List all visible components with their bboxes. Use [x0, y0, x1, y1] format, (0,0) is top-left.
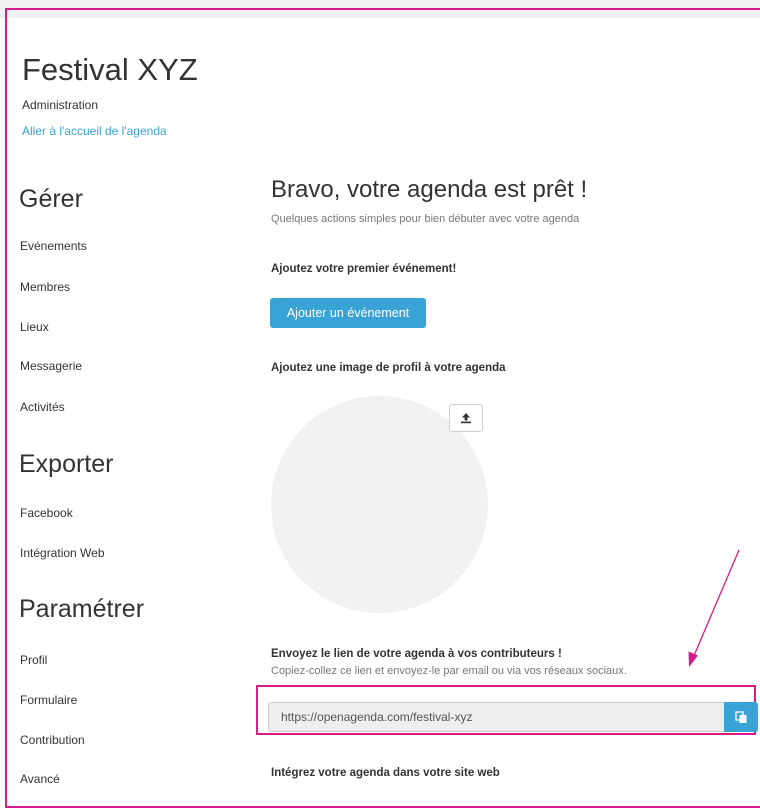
sidebar-item-membres[interactable]: Membres — [20, 280, 70, 294]
sidebar-item-evenements[interactable]: Evénements — [20, 239, 87, 253]
page-subtitle: Quelques actions simples pour bien début… — [271, 213, 580, 225]
add-event-button[interactable]: Ajouter un événement — [270, 298, 426, 328]
sidebar-heading-exporter: Exporter — [19, 450, 114, 478]
sidebar-item-integration-web[interactable]: Intégration Web — [20, 546, 105, 560]
copy-icon — [734, 710, 746, 723]
home-link[interactable]: Aller à l'accueil de l'agenda — [22, 124, 167, 138]
page-title: Bravo, votre agenda est prêt ! — [271, 176, 588, 203]
upload-icon — [461, 413, 471, 424]
sidebar-item-facebook[interactable]: Facebook — [20, 506, 73, 520]
upload-image-button[interactable] — [449, 404, 483, 432]
sidebar-item-profil[interactable]: Profil — [20, 653, 47, 667]
share-link-heading: Envoyez le lien de votre agenda à vos co… — [271, 648, 562, 660]
sidebar-item-messagerie[interactable]: Messagerie — [20, 359, 82, 373]
copy-link-button[interactable] — [724, 702, 758, 732]
profile-image-heading: Ajoutez une image de profil à votre agen… — [271, 362, 506, 374]
share-link-description: Copiez-collez ce lien et envoyez-le par … — [271, 665, 627, 677]
sidebar-heading-gerer: Gérer — [19, 185, 83, 213]
sidebar-item-avance[interactable]: Avancé — [20, 772, 60, 786]
first-event-heading: Ajoutez votre premier événement! — [271, 263, 457, 275]
agenda-url-field[interactable] — [268, 702, 724, 732]
sidebar-heading-parametrer: Paramétrer — [19, 595, 145, 623]
sidebar-item-formulaire[interactable]: Formulaire — [20, 693, 77, 707]
sidebar-item-contribution[interactable]: Contribution — [20, 733, 85, 747]
sidebar-item-lieux[interactable]: Lieux — [20, 320, 49, 334]
sidebar-item-activites[interactable]: Activités — [20, 400, 65, 414]
admin-label: Administration — [22, 98, 99, 112]
agenda-title: Festival XYZ — [22, 52, 198, 87]
integrate-heading: Intégrez votre agenda dans votre site we… — [271, 767, 500, 779]
